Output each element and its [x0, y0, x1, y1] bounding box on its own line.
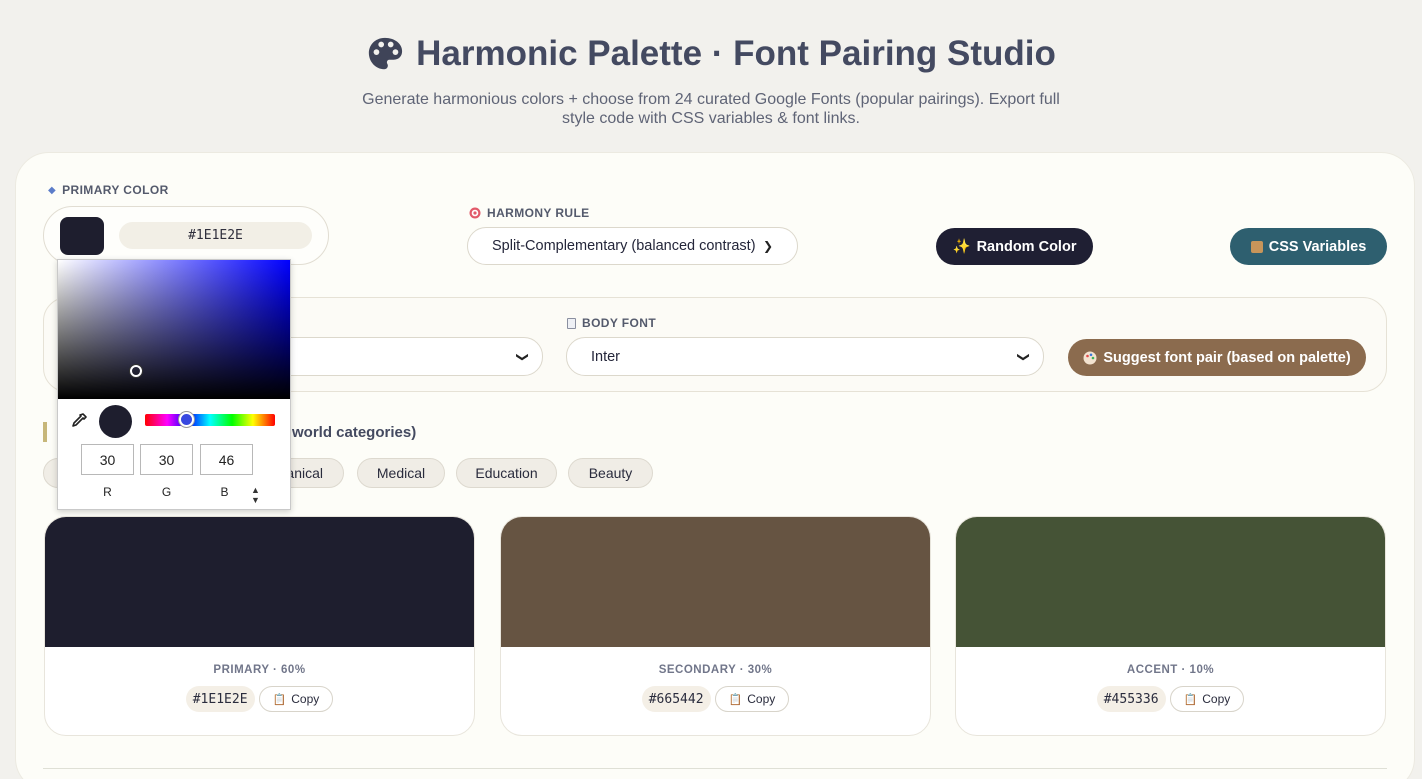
suggest-font-pair-button[interactable]: Suggest font pair (based on palette)	[1068, 339, 1366, 376]
copy-button[interactable]: 📋 Copy	[1169, 686, 1245, 712]
clipboard-icon: 📋	[1183, 693, 1198, 706]
swatch-color-block[interactable]	[45, 517, 474, 647]
swatch-hex: #455336	[1096, 686, 1166, 712]
body-font-select[interactable]: Inter ❯	[566, 337, 1044, 376]
swatch-color-block[interactable]	[501, 517, 930, 647]
swatch-card-secondary: SECONDARY · 30% #665442 📋 Copy	[500, 516, 931, 736]
section-divider	[43, 768, 1387, 769]
chevron-down-icon: ❯	[762, 239, 773, 253]
category-section-title: world categories)	[292, 424, 417, 441]
category-accent-bar	[43, 422, 47, 442]
css-variables-button[interactable]: CSS Variables	[1230, 228, 1387, 265]
page-title: Harmonic Palette · Font Pairing Studio	[0, 32, 1422, 76]
green-input[interactable]: 30	[140, 444, 193, 475]
page-header: Harmonic Palette · Font Pairing Studio G…	[0, 32, 1422, 128]
primary-color-label: ◆ PRIMARY COLOR	[48, 183, 169, 197]
target-icon	[469, 207, 481, 219]
category-chip-education[interactable]: Education	[456, 458, 557, 488]
hue-slider-handle[interactable]	[179, 412, 194, 427]
primary-color-swatch-button[interactable]	[60, 217, 104, 255]
page-subtitle: Generate harmonious colors + choose from…	[362, 91, 1060, 127]
category-chip-beauty[interactable]: Beauty	[568, 458, 653, 488]
swatch-card-accent: ACCENT · 10% #455336 📋 Copy	[955, 516, 1386, 736]
body-font-label: BODY FONT	[567, 316, 656, 330]
chevron-down-icon: ❯	[1016, 351, 1031, 362]
hue-slider[interactable]	[145, 414, 275, 426]
primary-color-control: #1E1E2E	[43, 206, 329, 265]
green-label: G	[161, 485, 172, 499]
palette-icon	[1083, 351, 1097, 364]
saturation-value-area[interactable]	[58, 260, 290, 399]
sparkles-icon: ✨	[952, 239, 971, 255]
body-font-value: Inter	[591, 348, 621, 365]
harmony-rule-value: Split-Complementary (balanced contrast)	[492, 238, 756, 254]
page-title-text: Harmonic Palette · Font Pairing Studio	[416, 34, 1056, 73]
color-mode-toggle-icon[interactable]: ▲ ▼	[251, 485, 260, 505]
swatch-color-block[interactable]	[956, 517, 1385, 647]
package-icon	[1250, 240, 1263, 253]
document-icon	[567, 317, 576, 329]
swatch-role: PRIMARY · 60%	[213, 664, 306, 676]
clipboard-icon: 📋	[728, 693, 743, 706]
diamond-icon: ◆	[48, 184, 57, 196]
swatch-role: ACCENT · 10%	[1126, 664, 1215, 676]
harmony-rule-select[interactable]: Split-Complementary (balanced contrast) …	[467, 227, 798, 265]
copy-button[interactable]: 📋 Copy	[258, 686, 334, 712]
category-chip-medical[interactable]: Medical	[357, 458, 445, 488]
red-label: R	[103, 485, 112, 499]
clipboard-icon: 📋	[272, 693, 287, 706]
random-color-button[interactable]: ✨ Random Color	[936, 228, 1093, 265]
blue-input[interactable]: 46	[200, 444, 253, 475]
color-preview	[99, 405, 132, 438]
swatch-hex: #1E1E2E	[185, 686, 255, 712]
chevron-down-icon: ❯	[515, 351, 530, 362]
saturation-handle[interactable]	[130, 365, 142, 377]
swatch-role: SECONDARY · 30%	[658, 664, 773, 676]
blue-label: B	[220, 485, 229, 499]
swatch-hex: #665442	[641, 686, 711, 712]
swatch-card-primary: PRIMARY · 60% #1E1E2E 📋 Copy	[44, 516, 475, 736]
harmony-rule-label: HARMONY RULE	[469, 206, 590, 220]
red-input[interactable]: 30	[81, 444, 134, 475]
primary-hex-input[interactable]: #1E1E2E	[119, 222, 312, 249]
copy-button[interactable]: 📋 Copy	[714, 686, 790, 712]
color-picker-popup: 30 30 46 R G B ▲ ▼	[57, 259, 291, 510]
eyedropper-icon[interactable]	[70, 412, 88, 430]
palette-icon	[368, 37, 403, 70]
